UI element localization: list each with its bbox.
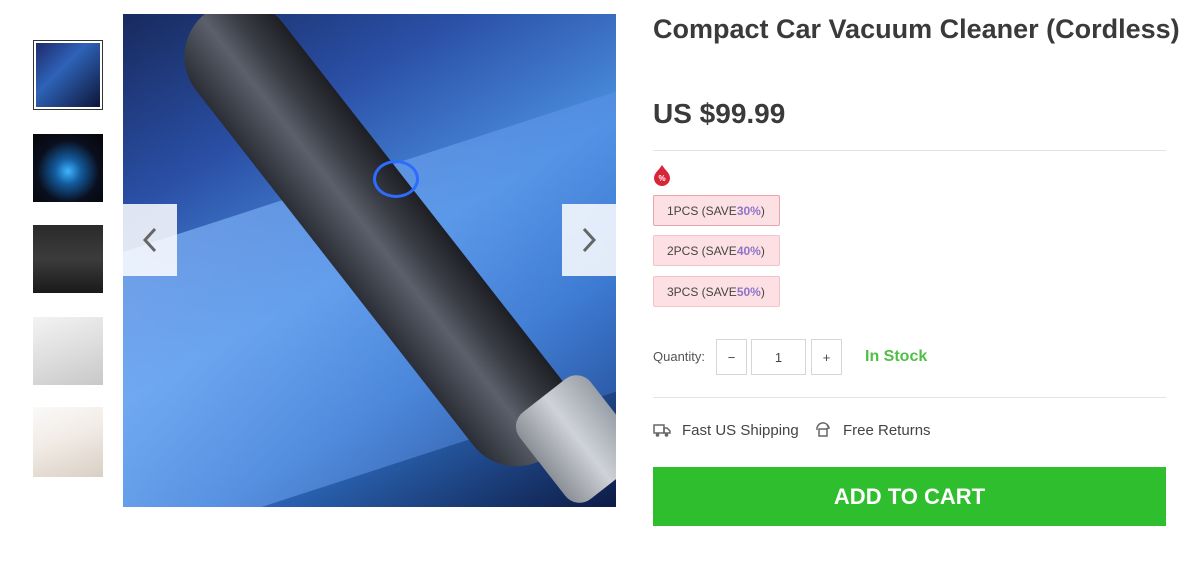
motor-photo	[33, 134, 103, 202]
next-image-button[interactable]	[562, 204, 616, 276]
vacuum-blue-photo	[36, 43, 100, 107]
feature-label: Free Returns	[843, 421, 931, 439]
car-seat-cleaning-photo	[33, 317, 103, 385]
feature-label: Fast US Shipping	[682, 421, 799, 439]
bundle-suffix: )	[760, 203, 765, 218]
main-product-image	[123, 14, 616, 507]
quantity-decrease-button[interactable]: −	[716, 339, 747, 375]
bundle-label: 1PCS (SAVE	[667, 203, 737, 218]
bundle-label: 2PCS (SAVE	[667, 243, 737, 258]
thumbnail-3[interactable]	[33, 225, 103, 293]
quantity-input[interactable]	[751, 339, 806, 375]
bundle-percent: 50%	[736, 284, 761, 299]
truck-icon	[653, 424, 671, 437]
bundle-option-1[interactable]: 1PCS (SAVE 30% )	[653, 195, 780, 226]
thumbnail-2[interactable]	[33, 134, 103, 202]
bundle-percent: 30%	[736, 203, 761, 218]
thumbnail-5[interactable]	[33, 407, 103, 477]
sale-tag-icon: %	[654, 165, 670, 186]
power-button-glow	[373, 160, 419, 198]
product-price: US $99.99	[653, 98, 786, 129]
divider	[653, 150, 1166, 151]
hand-held-photo	[33, 407, 103, 477]
feature-returns: Free Returns	[814, 421, 931, 439]
divider	[653, 397, 1166, 398]
svg-text:%: %	[658, 174, 665, 183]
product-title: Compact Car Vacuum Cleaner (Cordless)	[653, 14, 1180, 44]
thumbnail-1[interactable]	[33, 40, 103, 110]
quantity-label: Quantity:	[653, 349, 706, 364]
prev-image-button[interactable]	[123, 204, 177, 276]
bundle-option-3[interactable]: 3PCS (SAVE 50% )	[653, 276, 780, 307]
feature-shipping: Fast US Shipping	[653, 421, 799, 439]
bundle-suffix: )	[760, 243, 765, 258]
thumbnail-4[interactable]	[33, 317, 103, 385]
bundle-suffix: )	[760, 284, 765, 299]
vacuum-pair-photo	[33, 225, 103, 293]
add-to-cart-button[interactable]: ADD TO CART	[653, 467, 1166, 526]
quantity-increase-button[interactable]: +	[811, 339, 842, 375]
chevron-right-icon	[582, 227, 597, 253]
bundle-percent: 40%	[736, 243, 761, 258]
returns-icon	[816, 422, 831, 437]
stock-status: In Stock	[865, 348, 928, 365]
bundle-label: 3PCS (SAVE	[667, 284, 737, 299]
bundle-option-2[interactable]: 2PCS (SAVE 40% )	[653, 235, 780, 266]
chevron-left-icon	[142, 227, 157, 253]
